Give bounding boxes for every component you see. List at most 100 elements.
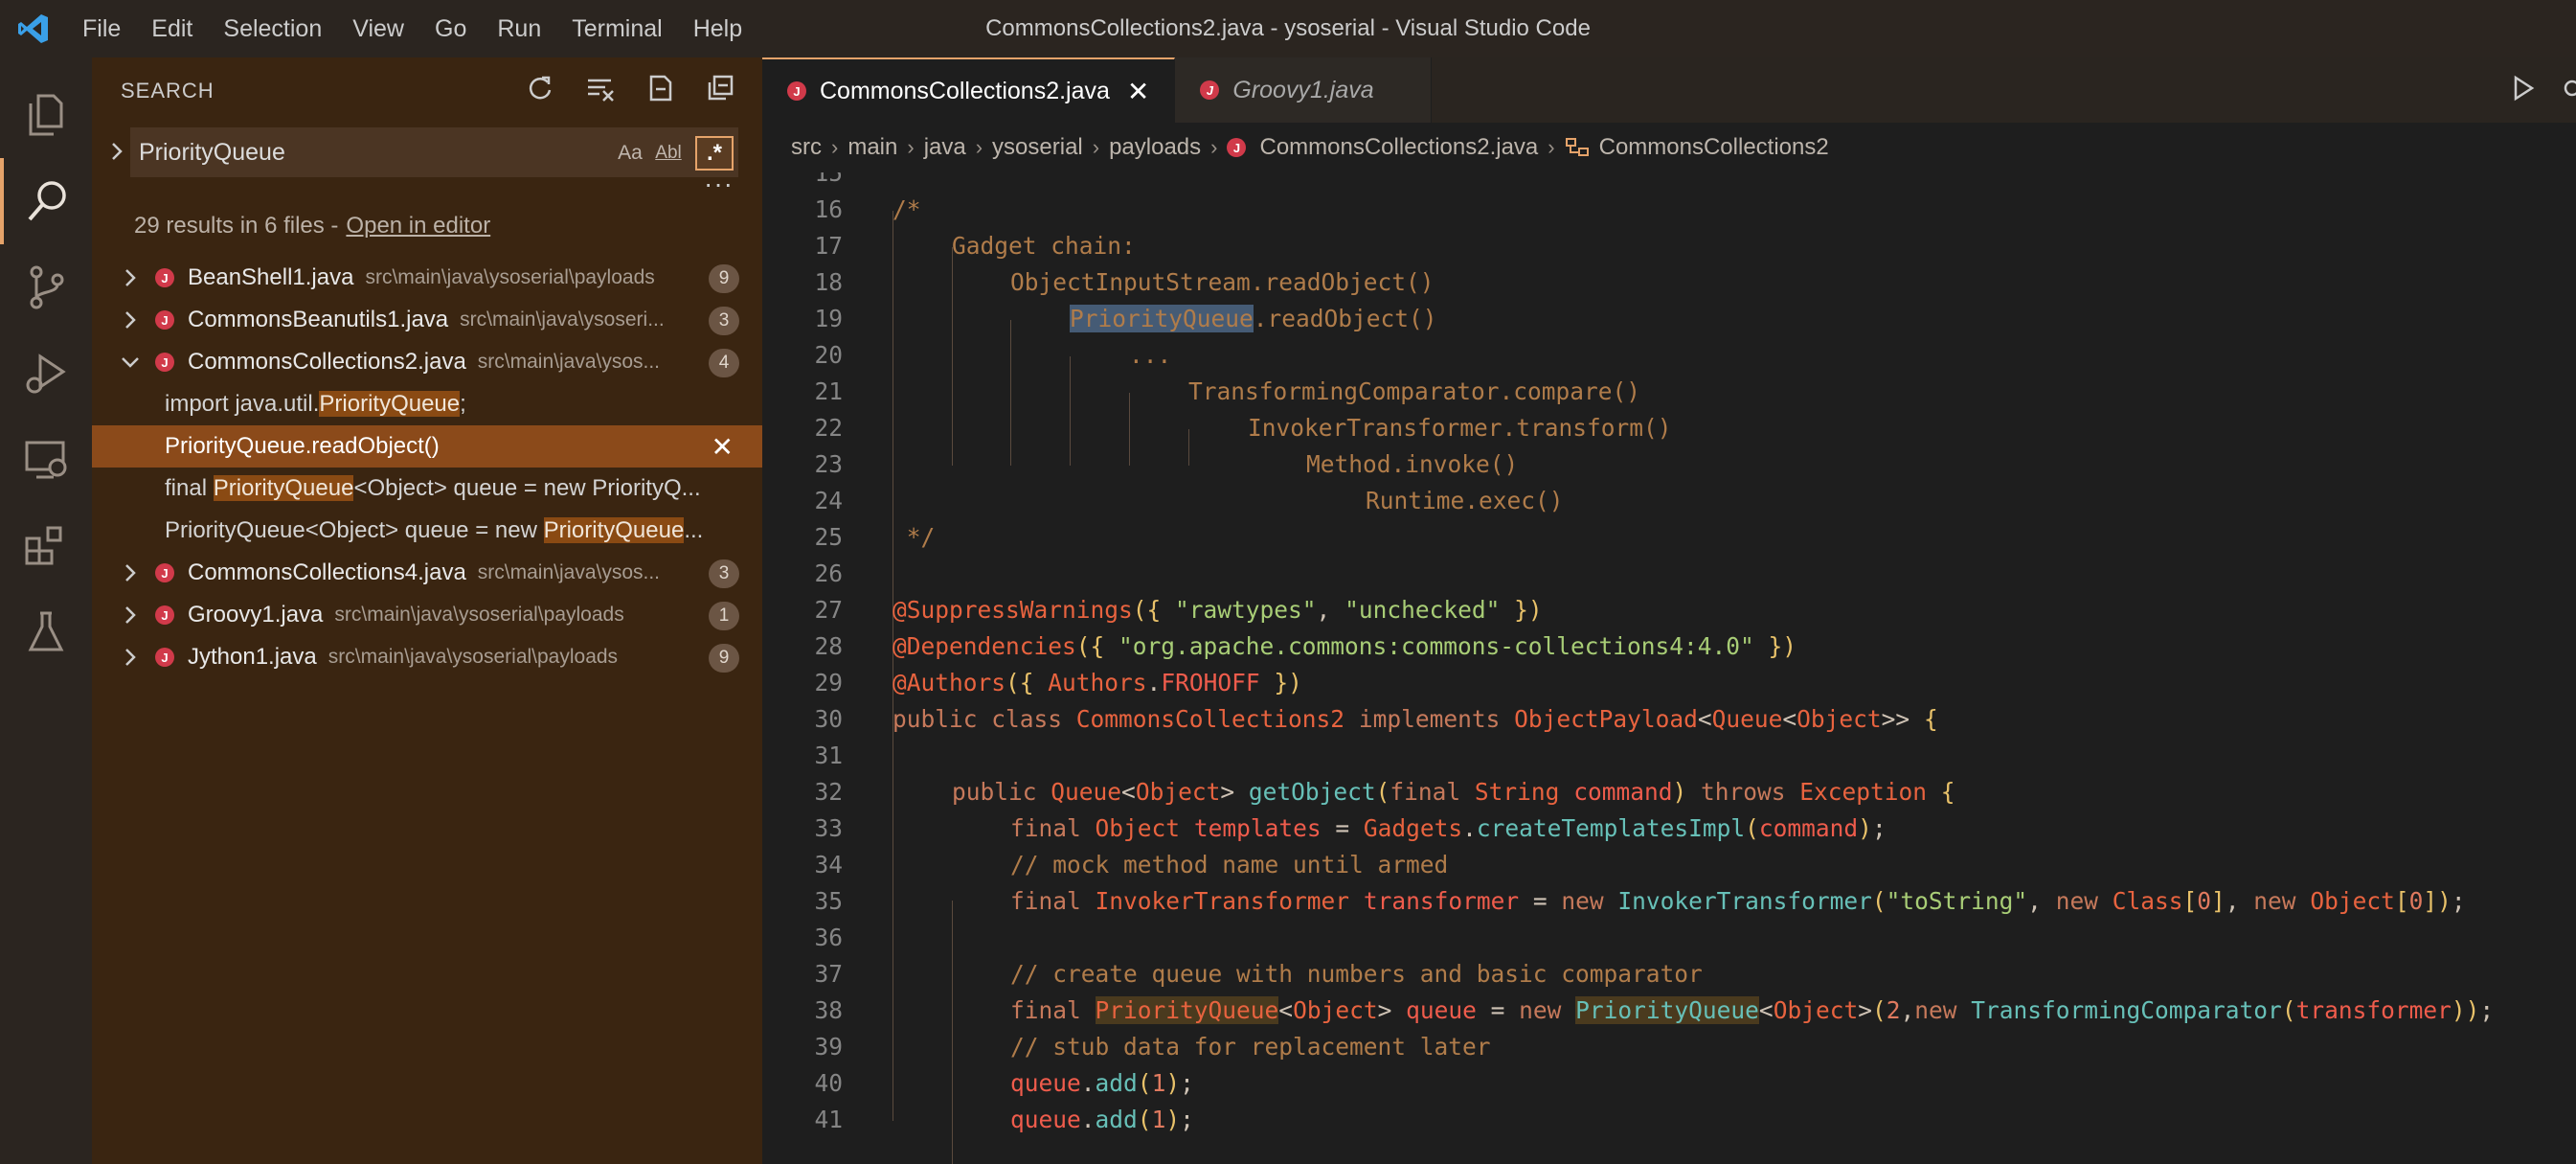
tab-groovy1[interactable]: J Groovy1.java bbox=[1175, 57, 1433, 123]
result-file-row[interactable]: J Jython1.java src\main\java\ysoserial\p… bbox=[92, 636, 762, 678]
code-editor[interactable]: 15 16 /* 17 Gadget chain: 18 ObjectInputStr… bbox=[762, 172, 2576, 1164]
menu-selection[interactable]: Selection bbox=[208, 0, 337, 57]
code-line: 20... bbox=[762, 337, 2576, 374]
line-number: 18 bbox=[814, 268, 843, 296]
result-match-row[interactable]: import java.util.PriorityQueue; bbox=[92, 383, 762, 425]
code-line: 19 PriorityQueue.readObject() bbox=[762, 301, 2576, 337]
menu-file[interactable]: File bbox=[67, 0, 136, 57]
match-case-toggle[interactable]: Aa bbox=[613, 136, 647, 171]
code-keyword: final bbox=[1390, 778, 1461, 806]
debug-file-icon[interactable] bbox=[2561, 75, 2576, 106]
breadcrumb-item[interactable]: ysoserial bbox=[992, 134, 1083, 161]
breadcrumb-item[interactable]: src bbox=[791, 134, 822, 161]
result-file-row[interactable]: J Groovy1.java src\main\java\ysoserial\p… bbox=[92, 594, 762, 636]
refresh-icon[interactable] bbox=[527, 75, 554, 107]
close-tab-icon[interactable]: ✕ bbox=[1127, 76, 1149, 107]
run-file-icon[interactable] bbox=[2511, 75, 2536, 106]
code-type: Object bbox=[2310, 887, 2395, 915]
match-text-pre: import java.util. bbox=[165, 391, 320, 417]
code-text: ... bbox=[1129, 341, 1172, 369]
toggle-replace-chevron-icon[interactable] bbox=[105, 136, 128, 167]
code-variable: queue bbox=[1010, 1106, 1081, 1133]
code-comment: // create queue with numbers and basic c… bbox=[1010, 960, 1703, 988]
chevron-down-icon[interactable] bbox=[119, 351, 142, 374]
code-type: Object bbox=[1796, 705, 1882, 733]
code-type: InvokerTransformer bbox=[1095, 887, 1350, 915]
code-comment: // mock method name until armed bbox=[1010, 851, 1449, 879]
clear-results-icon[interactable] bbox=[586, 75, 615, 107]
chevron-right-icon[interactable] bbox=[119, 646, 142, 669]
code-variable: templates bbox=[1193, 814, 1322, 842]
result-file-row[interactable]: J CommonsCollections2.java src\main\java… bbox=[92, 341, 762, 383]
search-input[interactable] bbox=[131, 138, 591, 167]
line-number: 38 bbox=[814, 996, 843, 1024]
remote-explorer-icon[interactable] bbox=[0, 417, 92, 503]
chevron-right-icon[interactable] bbox=[119, 604, 142, 627]
code-line: 35 final InvokerTransformer transformer =… bbox=[762, 883, 2576, 920]
match-highlight: PriorityQueue bbox=[319, 391, 461, 417]
menu-help[interactable]: Help bbox=[678, 0, 757, 57]
result-file-path: src\main\java\ysoserial\payloads bbox=[334, 604, 624, 626]
breadcrumb-item[interactable]: CommonsCollections2.java bbox=[1259, 134, 1538, 161]
java-file-icon: J bbox=[155, 353, 174, 372]
menu-view[interactable]: View bbox=[337, 0, 419, 57]
code-line: 18 ObjectInputStream.readObject() bbox=[762, 264, 2576, 301]
code-keyword: new bbox=[2253, 887, 2296, 915]
use-regex-toggle[interactable]: .* bbox=[695, 136, 734, 171]
code-string: "org.apache.commons:commons-collections4… bbox=[1119, 632, 1754, 660]
breadcrumb-item[interactable]: java bbox=[924, 134, 966, 161]
run-debug-icon[interactable] bbox=[0, 331, 92, 417]
breadcrumb-item[interactable]: CommonsCollections2 bbox=[1599, 134, 1829, 161]
java-file-icon: J bbox=[155, 563, 174, 582]
open-in-editor-link[interactable]: Open in editor bbox=[346, 213, 490, 240]
breadcrumb-chevron-icon: › bbox=[1210, 135, 1218, 159]
line-number: 32 bbox=[814, 778, 843, 806]
line-number: 35 bbox=[814, 887, 843, 915]
testing-icon[interactable] bbox=[0, 589, 92, 675]
result-file-row[interactable]: J CommonsCollections4.java src\main\java… bbox=[92, 552, 762, 594]
collapse-all-icon[interactable] bbox=[707, 75, 734, 107]
menu-terminal[interactable]: Terminal bbox=[556, 0, 677, 57]
chevron-right-icon[interactable] bbox=[119, 266, 142, 289]
code-line: 34 // mock method name until armed bbox=[762, 847, 2576, 883]
code-type: Exception bbox=[1799, 778, 1928, 806]
result-match-row[interactable]: PriorityQueue<Object> queue = new Priori… bbox=[92, 510, 762, 552]
breadcrumb-item[interactable]: payloads bbox=[1109, 134, 1201, 161]
breadcrumb-item[interactable]: main bbox=[847, 134, 897, 161]
code-line: 38 final PriorityQueue<Object> queue = ne… bbox=[762, 993, 2576, 1029]
chevron-right-icon[interactable] bbox=[119, 561, 142, 584]
selected-word: PriorityQueue bbox=[1070, 305, 1254, 332]
search-icon[interactable] bbox=[0, 158, 92, 244]
line-number: 21 bbox=[814, 377, 843, 405]
line-number: 29 bbox=[814, 669, 843, 696]
code-line: 28 @Dependencies({ "org.apache.commons:co… bbox=[762, 628, 2576, 665]
breadcrumb-chevron-icon: › bbox=[831, 135, 839, 159]
code-type: Queue bbox=[1711, 705, 1783, 733]
activity-bar bbox=[0, 57, 92, 1164]
result-match-row-selected[interactable]: PriorityQueue.readObject() ✕ bbox=[92, 425, 762, 468]
breadcrumb-chevron-icon: › bbox=[975, 135, 983, 159]
result-file-row[interactable]: J BeanShell1.java src\main\java\ysoseria… bbox=[92, 257, 762, 299]
extensions-icon[interactable] bbox=[0, 503, 92, 589]
chevron-right-icon[interactable] bbox=[119, 308, 142, 331]
result-match-row[interactable]: final PriorityQueue<Object> queue = new … bbox=[92, 468, 762, 510]
code-keyword: throws bbox=[1700, 778, 1786, 806]
source-control-icon[interactable] bbox=[0, 244, 92, 331]
dismiss-match-close-icon[interactable]: ✕ bbox=[712, 431, 734, 463]
new-search-editor-icon[interactable] bbox=[647, 75, 674, 107]
editor-tabs: J CommonsCollections2.java ✕ J Groovy1.j… bbox=[762, 57, 2576, 123]
result-file-row[interactable]: J CommonsBeanutils1.java src\main\java\y… bbox=[92, 299, 762, 341]
result-file-path: src\main\java\ysos... bbox=[477, 351, 661, 373]
toggle-search-details-icon[interactable]: ··· bbox=[704, 169, 734, 199]
tab-commonscollections2[interactable]: J CommonsCollections2.java ✕ bbox=[762, 57, 1176, 123]
sidebar-header: SEARCH bbox=[92, 57, 762, 125]
menu-run[interactable]: Run bbox=[482, 0, 556, 57]
menu-edit[interactable]: Edit bbox=[136, 0, 208, 57]
code-text: Gadget chain: bbox=[952, 232, 1136, 260]
menu-go[interactable]: Go bbox=[419, 0, 482, 57]
code-text: InvokerTransformer.transform() bbox=[1248, 414, 1672, 442]
line-number: 26 bbox=[814, 559, 843, 587]
editor-area: J CommonsCollections2.java ✕ J Groovy1.j… bbox=[762, 57, 2576, 1164]
match-whole-word-toggle[interactable]: Abl bbox=[651, 136, 686, 171]
explorer-icon[interactable] bbox=[0, 72, 92, 158]
